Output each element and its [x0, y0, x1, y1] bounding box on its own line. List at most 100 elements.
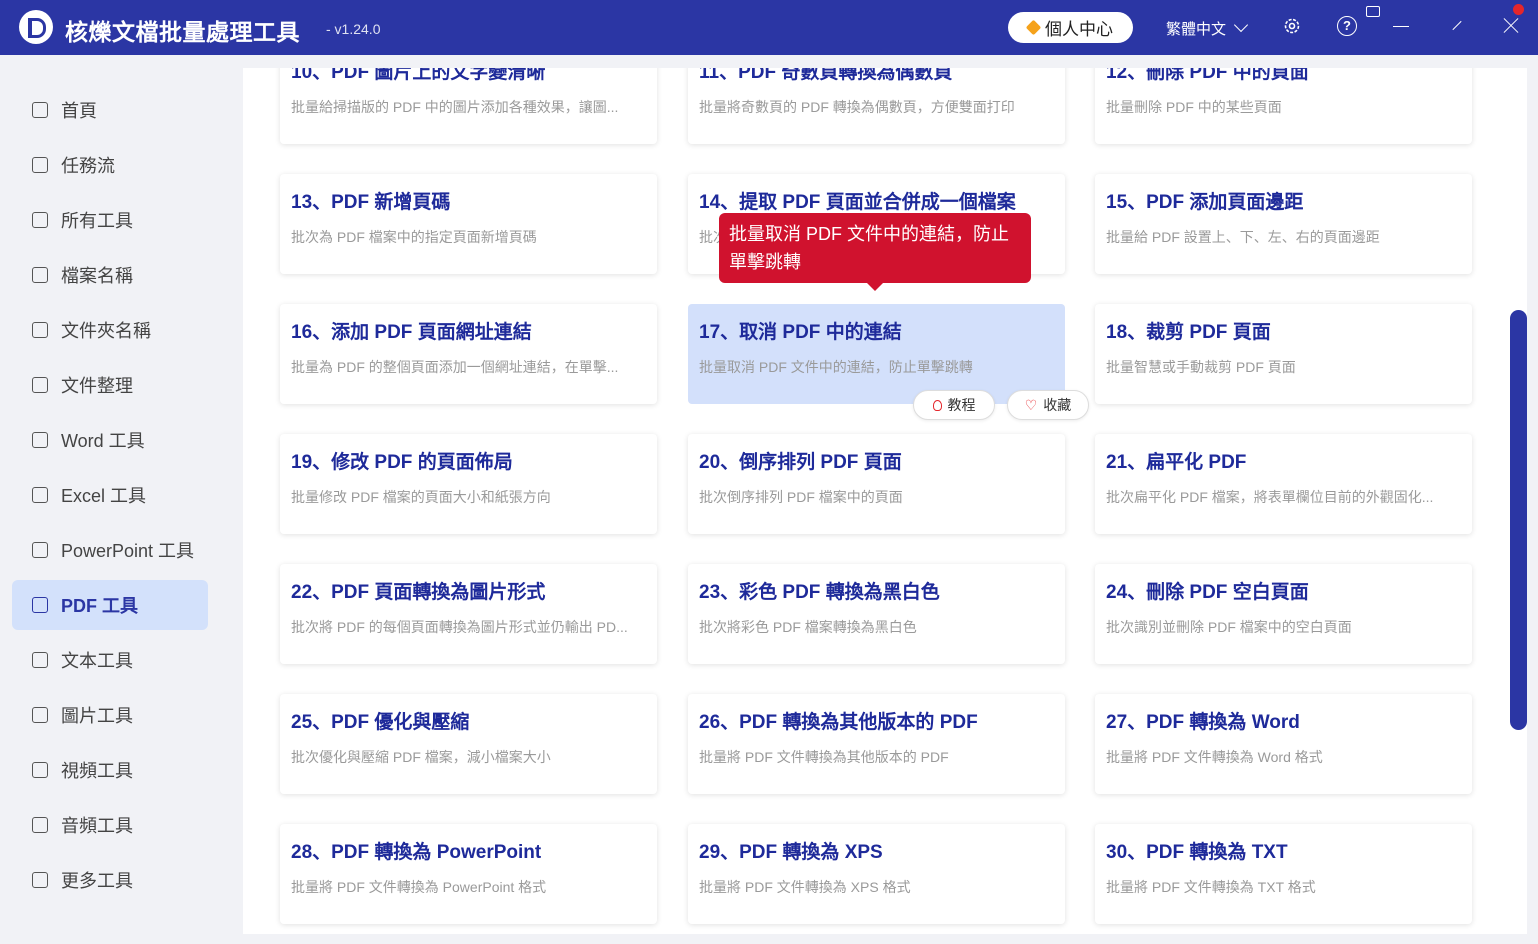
- powerpoint-icon: [32, 542, 48, 558]
- tooltip: 批量取消 PDF 文件中的連結，防止單擊跳轉: [719, 213, 1031, 291]
- sidebar-item[interactable]: 首頁: [12, 85, 208, 135]
- sidebar-item[interactable]: 文本工具: [12, 635, 208, 685]
- sidebar-item-label: 檔案名稱: [61, 266, 133, 286]
- sidebar-item[interactable]: 所有工具: [12, 195, 208, 245]
- tutorial-label: 教程: [947, 397, 976, 413]
- tool-card[interactable]: 24、刪除 PDF 空白頁面批次識別並刪除 PDF 檔案中的空白頁面: [1095, 564, 1472, 664]
- sidebar-item-label: 圖片工具: [61, 706, 133, 726]
- sidebar-item[interactable]: 任務流: [12, 140, 208, 190]
- file-name-icon: [32, 267, 48, 283]
- organize-icon: [32, 377, 48, 393]
- sidebar-item-label: 更多工具: [61, 871, 133, 891]
- tool-card[interactable]: 28、PDF 轉換為 PowerPoint 批量將 PDF 文件轉換為 Power…: [280, 824, 657, 924]
- folder-icon: [32, 322, 48, 338]
- sidebar-item[interactable]: Word 工具: [12, 415, 208, 465]
- tool-card[interactable]: 22、PDF 頁面轉換為圖片形式批次將 PDF 的每個頁面轉換為圖片形式並仍輸出…: [280, 564, 657, 664]
- video-icon: [32, 762, 48, 778]
- tool-card[interactable]: 18、裁剪 PDF 頁面批量智慧或手動裁剪 PDF 頁面: [1095, 304, 1472, 404]
- diamond-icon: [1025, 19, 1042, 36]
- app-title: 核爍文檔批量處理工具: [65, 19, 300, 45]
- tool-card[interactable]: 27、PDF 轉換為 Word 批量將 PDF 文件轉換為 Word 格式: [1095, 694, 1472, 794]
- sidebar-item[interactable]: PDF 工具: [12, 580, 208, 630]
- tool-card-title: 24、刪除 PDF 空白頁面: [1106, 582, 1309, 603]
- text-icon: [32, 652, 48, 668]
- tool-card-title: 14、提取 PDF 頁面並合併成一個檔案: [699, 192, 1016, 213]
- language-select[interactable]: 繁體中文: [1166, 18, 1226, 39]
- tool-card-title: 22、PDF 頁面轉換為圖片形式: [291, 582, 546, 603]
- sidebar-item[interactable]: 視頻工具: [12, 745, 208, 795]
- tool-card[interactable]: 26、PDF 轉換為其他版本的 PDF 批量將 PDF 文件轉換為其他版本的 PD…: [688, 694, 1065, 794]
- tool-card[interactable]: 17、取消 PDF 中的連結 批量取消 PDF 文件中的連結，防止單擊跳轉: [688, 304, 1065, 404]
- maximize-icon[interactable]: [1449, 18, 1465, 34]
- sidebar-item-label: PowerPoint 工具: [61, 541, 195, 561]
- sidebar-item[interactable]: 音頻工具: [12, 800, 208, 850]
- minimize-icon[interactable]: [1393, 26, 1409, 27]
- grid-icon: [32, 872, 48, 888]
- tool-card[interactable]: 19、修改 PDF 的頁面佈局 批量修改 PDF 檔案的頁面大小和紙張方向: [280, 434, 657, 534]
- tool-card[interactable]: 10、PDF 圖片上的文字變清晰 批量給掃描版的 PDF 中的圖片添加各種效果，讓…: [280, 68, 657, 144]
- tool-card[interactable]: 29、PDF 轉換為 XPS 批量將 PDF 文件轉換為 XPS 格式: [688, 824, 1065, 924]
- favorite-button[interactable]: ♡ 收藏: [1007, 390, 1089, 420]
- sidebar-item[interactable]: Excel 工具: [12, 470, 208, 520]
- sidebar-item-label: 所有工具: [61, 211, 133, 231]
- monitor-icon: [32, 212, 48, 228]
- tool-card-title: 11、PDF 奇數頁轉換為偶數頁: [699, 68, 953, 83]
- tool-card-description: 批次優化與壓縮 PDF 檔案，減小檔案大小: [291, 749, 551, 765]
- tool-card-description: 批量智慧或手動裁剪 PDF 頁面: [1106, 359, 1296, 375]
- sidebar-item-label: PDF 工具: [61, 596, 139, 616]
- tool-card-description: 批次識別並刪除 PDF 檔案中的空白頁面: [1106, 619, 1352, 635]
- app-version: - v1.24.0: [326, 21, 381, 37]
- sidebar-item[interactable]: 圖片工具: [12, 690, 208, 740]
- word-icon: [32, 432, 48, 448]
- scrollbar-thumb[interactable]: [1510, 310, 1527, 730]
- tool-card[interactable]: 30、PDF 轉換為 TXT 批量將 PDF 文件轉換為 TXT 格式: [1095, 824, 1472, 924]
- gear-icon[interactable]: [1282, 16, 1302, 36]
- pdf-icon: [32, 597, 48, 613]
- tool-card[interactable]: 25、PDF 優化與壓縮批次優化與壓縮 PDF 檔案，減小檔案大小: [280, 694, 657, 794]
- tool-card-title: 25、PDF 優化與壓縮: [291, 712, 470, 733]
- sidebar-item[interactable]: PowerPoint 工具: [12, 525, 208, 575]
- tool-card[interactable]: 21、扁平化 PDF 批次扁平化 PDF 檔案，將表單欄位目前的外觀固化...: [1095, 434, 1472, 534]
- home-icon: [32, 102, 48, 118]
- tool-card[interactable]: 11、PDF 奇數頁轉換為偶數頁批量將奇數頁的 PDF 轉換為偶數頁，方便雙面打…: [688, 68, 1065, 144]
- tool-card-description: 批次將 PDF 的每個頁面轉換為圖片形式並仍輸出 PD...: [291, 619, 628, 635]
- title-bar: 核爍文檔批量處理工具 - v1.24.0 個人中心 繁體中文 ?: [0, 0, 1538, 55]
- sidebar-item[interactable]: 更多工具: [12, 855, 208, 905]
- tool-card-title: 16、添加 PDF 頁面網址連結: [291, 322, 532, 343]
- tool-card-description: 批量將奇數頁的 PDF 轉換為偶數頁，方便雙面打印: [699, 99, 1015, 115]
- sidebar-item[interactable]: 檔案名稱: [12, 250, 208, 300]
- sidebar-item[interactable]: 文件整理: [12, 360, 208, 410]
- message-icon[interactable]: [1366, 6, 1380, 17]
- tool-card-description: 批次倒序排列 PDF 檔案中的頁面: [699, 489, 903, 505]
- user-center-button[interactable]: 個人中心: [1008, 12, 1133, 43]
- tool-card[interactable]: 13、PDF 新增頁碼 批次為 PDF 檔案中的指定頁面新增頁碼: [280, 174, 657, 274]
- tool-card-title: 26、PDF 轉換為其他版本的 PDF: [699, 712, 978, 733]
- tool-card-description: 批次將彩色 PDF 檔案轉換為黑白色: [699, 619, 917, 635]
- tool-card-title: 23、彩色 PDF 轉換為黑白色: [699, 582, 940, 603]
- app-logo-icon: [19, 10, 53, 44]
- tool-card-description: 批次為 PDF 檔案中的指定頁面新增頁碼: [291, 229, 537, 245]
- tool-card[interactable]: 15、PDF 添加頁面邊距 批量給 PDF 設置上、下、左、右的頁面邊距: [1095, 174, 1472, 274]
- tool-card[interactable]: 12、刪除 PDF 中的頁面 批量刪除 PDF 中的某些頁面: [1095, 68, 1472, 144]
- tool-card-title: 18、裁剪 PDF 頁面: [1106, 322, 1271, 343]
- tutorial-button[interactable]: 教程: [913, 390, 995, 420]
- tool-card[interactable]: 16、添加 PDF 頁面網址連結 批量為 PDF 的整個頁面添加一個網址連結，在單…: [280, 304, 657, 404]
- tool-card-description: 批量將 PDF 文件轉換為 XPS 格式: [699, 879, 911, 895]
- tool-card-title: 27、PDF 轉換為 Word: [1106, 712, 1300, 733]
- help-icon[interactable]: ?: [1337, 16, 1357, 36]
- close-icon[interactable]: [1502, 17, 1520, 35]
- chevron-down-icon[interactable]: [1233, 17, 1249, 33]
- sidebar-item-label: 文本工具: [61, 651, 133, 671]
- sidebar-item-label: 文件夾名稱: [61, 321, 151, 341]
- sidebar-item-label: 音頻工具: [61, 816, 133, 836]
- tool-grid: 10、PDF 圖片上的文字變清晰 批量給掃描版的 PDF 中的圖片添加各種效果，讓…: [243, 68, 1525, 934]
- tool-card-title: 28、PDF 轉換為 PowerPoint: [291, 842, 542, 863]
- tool-card-description: 批量修改 PDF 檔案的頁面大小和紙張方向: [291, 489, 551, 505]
- user-center-label: 個人中心: [1045, 20, 1113, 39]
- tool-card[interactable]: 23、彩色 PDF 轉換為黑白色批次將彩色 PDF 檔案轉換為黑白色: [688, 564, 1065, 664]
- sidebar-item-label: 任務流: [61, 156, 115, 176]
- tool-card-title: 10、PDF 圖片上的文字變清晰: [291, 68, 546, 83]
- sidebar-item-label: 文件整理: [61, 376, 133, 396]
- tool-card[interactable]: 20、倒序排列 PDF 頁面 批次倒序排列 PDF 檔案中的頁面: [688, 434, 1065, 534]
- sidebar-item[interactable]: 文件夾名稱: [12, 305, 208, 355]
